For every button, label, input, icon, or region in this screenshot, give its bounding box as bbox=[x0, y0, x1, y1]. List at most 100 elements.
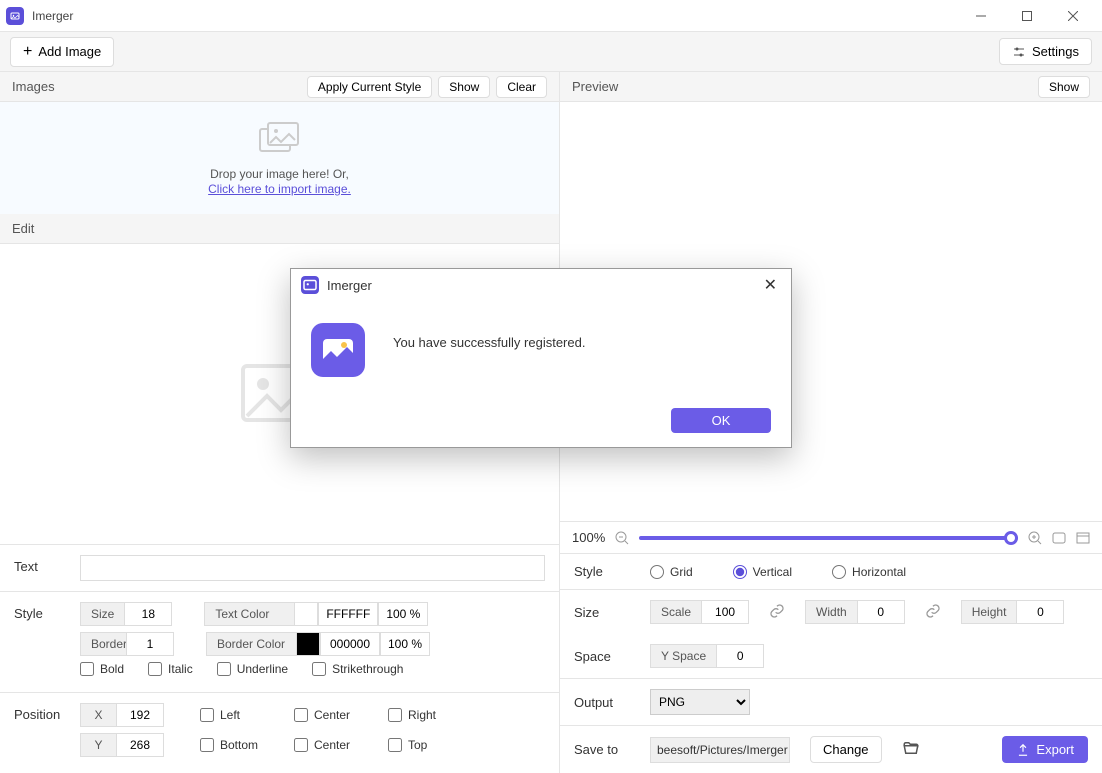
images-header: Images Apply Current Style Show Clear bbox=[0, 72, 559, 102]
import-link[interactable]: Click here to import image. bbox=[208, 182, 351, 196]
saveto-section: Save to beesoft/Pictures/Imerger Change … bbox=[560, 725, 1102, 773]
horizontal-radio[interactable]: Horizontal bbox=[832, 565, 906, 579]
yspace-label: Y Space bbox=[650, 644, 716, 668]
pos-top-checkbox[interactable]: Top bbox=[388, 738, 458, 752]
dialog-message: You have successfully registered. bbox=[393, 323, 585, 350]
style-label: Style bbox=[14, 602, 80, 621]
output-section: Output PNG bbox=[560, 678, 1102, 725]
strike-checkbox[interactable]: Strikethrough bbox=[312, 662, 403, 676]
link-icon-1[interactable] bbox=[769, 603, 785, 622]
dialog-title: Imerger bbox=[327, 278, 760, 293]
add-image-button[interactable]: Add Image bbox=[10, 37, 114, 67]
textcolor-input[interactable] bbox=[318, 602, 378, 626]
width-input[interactable] bbox=[857, 600, 905, 624]
export-button[interactable]: Export bbox=[1002, 736, 1088, 763]
pos-left-checkbox[interactable]: Left bbox=[200, 708, 270, 722]
change-button[interactable]: Change bbox=[810, 736, 882, 763]
style-section: Style Size Text Color Border Border Colo… bbox=[0, 591, 559, 692]
position-section: Position X Left Center Right Y Bottom Ce… bbox=[0, 692, 559, 773]
y-input[interactable] bbox=[116, 733, 164, 757]
saveto-path: beesoft/Pictures/Imerger bbox=[650, 737, 790, 763]
bordercolor-swatch[interactable] bbox=[296, 632, 320, 656]
x-label: X bbox=[80, 703, 116, 727]
registration-dialog: Imerger ✕ You have successfully register… bbox=[290, 268, 792, 448]
size-input[interactable] bbox=[124, 602, 172, 626]
export-icon bbox=[1016, 743, 1030, 757]
pos-center1-checkbox[interactable]: Center bbox=[294, 708, 364, 722]
dialog-ok-button[interactable]: OK bbox=[671, 408, 771, 433]
images-clear-button[interactable]: Clear bbox=[496, 76, 547, 98]
minimize-button[interactable] bbox=[958, 0, 1004, 32]
close-button[interactable] bbox=[1050, 0, 1096, 32]
fit-icon[interactable] bbox=[1052, 532, 1066, 544]
x-input[interactable] bbox=[116, 703, 164, 727]
zoom-out-icon[interactable] bbox=[615, 531, 629, 545]
dialog-body: You have successfully registered. bbox=[291, 301, 791, 399]
pos-right-checkbox[interactable]: Right bbox=[388, 708, 458, 722]
pos-bottom-checkbox[interactable]: Bottom bbox=[200, 738, 270, 752]
border-input[interactable] bbox=[126, 632, 174, 656]
apply-style-button[interactable]: Apply Current Style bbox=[307, 76, 432, 98]
edit-header: Edit bbox=[0, 214, 559, 244]
grid-radio[interactable]: Grid bbox=[650, 565, 693, 579]
zoom-bar: 100% bbox=[560, 521, 1102, 553]
settings-button[interactable]: Settings bbox=[999, 38, 1092, 65]
scale-input[interactable] bbox=[701, 600, 749, 624]
folder-open-icon[interactable] bbox=[902, 740, 920, 759]
right-style-section: Style Grid Vertical Horizontal bbox=[560, 553, 1102, 589]
plus-icon bbox=[23, 43, 32, 61]
bordercolor-input[interactable] bbox=[320, 632, 380, 656]
yspace-input[interactable] bbox=[716, 644, 764, 668]
border-label: Border bbox=[80, 632, 126, 656]
height-label: Height bbox=[961, 600, 1017, 624]
y-label: Y bbox=[80, 733, 116, 757]
images-show-button[interactable]: Show bbox=[438, 76, 490, 98]
position-label: Position bbox=[14, 703, 80, 722]
link-icon-2[interactable] bbox=[925, 603, 941, 622]
actual-size-icon[interactable] bbox=[1076, 532, 1090, 544]
dialog-close-button[interactable]: ✕ bbox=[760, 275, 781, 295]
app-title: Imerger bbox=[32, 9, 958, 23]
vertical-radio[interactable]: Vertical bbox=[733, 565, 792, 579]
add-image-label: Add Image bbox=[38, 44, 101, 59]
italic-checkbox[interactable]: Italic bbox=[148, 662, 193, 676]
space-row-label: Space bbox=[574, 649, 630, 664]
dialog-app-icon bbox=[301, 276, 319, 294]
textcolor-swatch[interactable] bbox=[294, 602, 318, 626]
dialog-big-icon bbox=[311, 323, 365, 377]
main-toolbar: Add Image Settings bbox=[0, 32, 1102, 72]
preview-header: Preview Show bbox=[560, 72, 1102, 102]
r-size-label: Size bbox=[574, 605, 630, 620]
settings-label: Settings bbox=[1032, 44, 1079, 59]
sliders-icon bbox=[1012, 45, 1026, 59]
textcolor-pct-input[interactable] bbox=[378, 602, 428, 626]
pos-center2-checkbox[interactable]: Center bbox=[294, 738, 364, 752]
zoom-slider[interactable] bbox=[639, 536, 1018, 540]
zoom-percent: 100% bbox=[572, 530, 605, 545]
bordercolor-label: Border Color bbox=[206, 632, 296, 656]
width-label: Width bbox=[805, 600, 857, 624]
dialog-titlebar: Imerger ✕ bbox=[291, 269, 791, 301]
preview-title: Preview bbox=[572, 79, 618, 94]
output-label: Output bbox=[574, 695, 630, 710]
text-label: Text bbox=[14, 555, 80, 574]
text-input[interactable] bbox=[80, 555, 545, 581]
right-size-section: Size Scale Width Height Space Y Space bbox=[560, 589, 1102, 678]
zoom-in-icon[interactable] bbox=[1028, 531, 1042, 545]
text-section: Text bbox=[0, 544, 559, 591]
window-controls bbox=[958, 0, 1096, 32]
edit-title: Edit bbox=[12, 221, 34, 236]
height-input[interactable] bbox=[1016, 600, 1064, 624]
dropzone-text: Drop your image here! Or, bbox=[0, 167, 559, 181]
bold-checkbox[interactable]: Bold bbox=[80, 662, 124, 676]
scale-label: Scale bbox=[650, 600, 701, 624]
app-logo-icon bbox=[6, 7, 24, 25]
preview-show-button[interactable]: Show bbox=[1038, 76, 1090, 98]
r-style-label: Style bbox=[574, 564, 630, 579]
output-format-select[interactable]: PNG bbox=[650, 689, 750, 715]
maximize-button[interactable] bbox=[1004, 0, 1050, 32]
underline-checkbox[interactable]: Underline bbox=[217, 662, 288, 676]
images-dropzone[interactable]: Drop your image here! Or, Click here to … bbox=[0, 102, 559, 214]
bordercolor-pct-input[interactable] bbox=[380, 632, 430, 656]
saveto-label: Save to bbox=[574, 742, 630, 757]
